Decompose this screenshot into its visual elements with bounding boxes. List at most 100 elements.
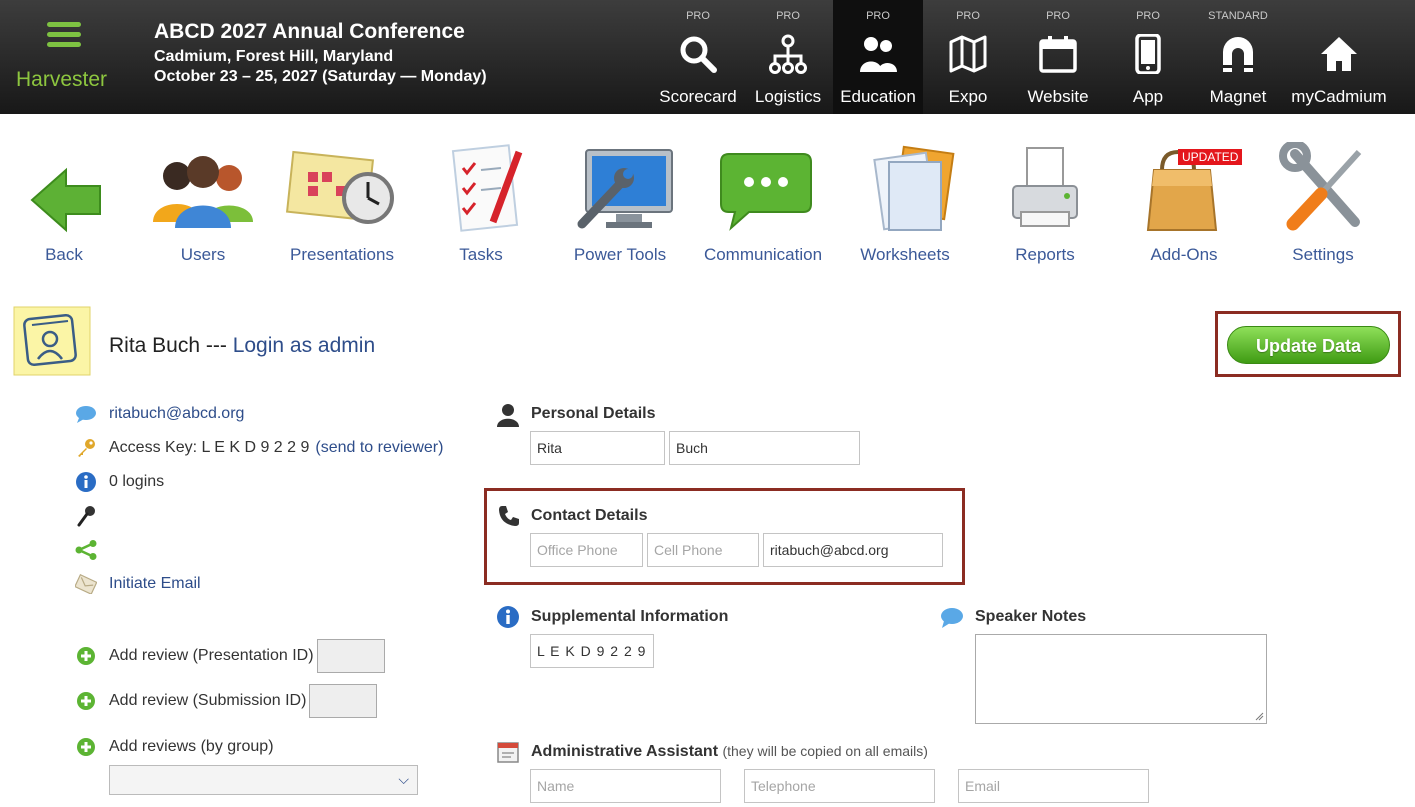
module-tier: PRO [776,10,800,22]
module-expo[interactable]: PRO Expo [923,0,1013,114]
update-data-highlight: Update Data [1215,311,1401,377]
calendar-icon [1039,36,1077,73]
supplemental-info-field[interactable] [530,634,654,668]
people-icon [860,37,897,72]
toolbar-addons[interactable]: UPDATED Add-Ons [1114,142,1254,265]
phone-handset-icon [499,506,519,526]
assistant-telephone-field[interactable] [744,769,935,803]
assistant-name-field[interactable] [530,769,721,803]
speaker-notes-title: Speaker Notes [975,608,1087,625]
toolbar-label: Presentations [290,245,394,264]
add-circle-icon[interactable] [74,690,98,712]
info-icon [74,471,98,493]
back-arrow-icon [30,167,101,233]
add-reviews-group-label: Add reviews (by group) [109,738,274,755]
heading-separator: --- [200,334,233,357]
resize-grip-icon[interactable] [1254,711,1264,721]
contact-email-field[interactable] [763,533,943,567]
event-dates: October 23 – 25, 2027 (Saturday — Monday… [154,68,487,85]
module-nav: PRO Scorecard PRO Logistics PRO Educatio… [653,0,1395,114]
toolbar-tasks[interactable]: Tasks [411,142,551,265]
module-tier: PRO [1046,10,1070,22]
add-reviews-group-row: Add reviews (by group) [74,736,274,758]
toolbar-users[interactable]: Users [133,142,273,265]
update-data-button[interactable]: Update Data [1227,326,1390,364]
submission-id-input[interactable] [309,684,378,718]
supplemental-info-title: Supplemental Information [531,608,729,625]
module-label: Scorecard [659,87,737,106]
toolbar-label: Power Tools [573,245,667,264]
org-chart-icon [769,34,807,74]
toolbar-label: Settings [1292,245,1354,264]
send-to-reviewer-link[interactable]: (send to reviewer) [315,439,443,457]
toolbar-label: Worksheets [860,245,950,264]
email-link[interactable]: ritabuch@abcd.org [109,405,244,423]
logins-count: 0 logins [109,473,165,490]
module-tier: STANDARD [1208,10,1268,22]
first-name-field[interactable] [530,431,665,465]
module-tier: PRO [1136,10,1160,22]
hamburger-menu-icon[interactable] [47,22,81,47]
monitor-wrench-icon [577,149,673,229]
module-app[interactable]: PRO App [1103,0,1193,114]
toolbar-back[interactable]: Back [0,142,134,265]
event-title: ABCD 2027 Annual Conference [154,20,465,43]
toolbar-label: Reports [1015,245,1075,264]
toolbar-power-tools[interactable]: Power Tools [550,142,690,265]
checklist-icon [451,144,523,232]
speech-bubble-icon [74,403,98,425]
toolbar-settings[interactable]: Settings [1253,140,1393,265]
admin-assistant-heading: Administrative Assistant (they will be c… [531,743,928,761]
map-icon [949,35,987,73]
access-key-row: Access Key: L E K D 9 2 2 9 (send to rev… [74,437,443,459]
module-logistics[interactable]: PRO Logistics [743,0,833,114]
toolbar-label: Communication [703,245,823,264]
toolbar-worksheets[interactable]: Worksheets [835,142,975,265]
add-circle-icon[interactable] [74,736,98,758]
module-website[interactable]: PRO Website [1013,0,1103,114]
event-info: ABCD 2027 Annual Conference Cadmium, For… [154,20,487,86]
toolbar-label: Add-Ons [1150,245,1218,264]
share-icon[interactable] [74,539,98,561]
participant-name: Rita Buch [109,334,201,357]
module-tier: PRO [686,10,710,22]
login-as-admin-link[interactable]: Login as admin [233,334,375,357]
share-row [74,539,109,561]
toolbar-communication[interactable]: Communication [693,142,833,265]
home-icon [1321,37,1357,71]
presentation-id-input[interactable] [316,639,385,673]
personal-details-title: Personal Details [531,405,656,422]
main-toolbar: Back Users Presentations Tasks Power Too… [0,140,1415,267]
contact-card-icon [497,742,519,763]
office-phone-field[interactable] [530,533,643,567]
add-review-submission-label: Add review (Submission ID) [109,692,307,709]
contact-details-title: Contact Details [531,507,648,524]
event-location: Cadmium, Forest Hill, Maryland [154,48,394,65]
add-circle-icon[interactable] [74,645,98,667]
speaker-notes-textarea[interactable] [975,634,1267,724]
review-group-select[interactable]: ⌵ [109,765,418,795]
toolbar-presentations[interactable]: Presentations [272,142,412,265]
brand-name[interactable]: Harvester [16,68,107,92]
microphone-icon[interactable] [74,505,98,527]
module-education[interactable]: PRO Education [833,0,923,114]
module-tier: PRO [866,10,890,22]
initiate-email-link[interactable]: Initiate Email [109,575,201,593]
last-name-field[interactable] [669,431,860,465]
envelope-icon [74,573,98,595]
cell-phone-field[interactable] [647,533,759,567]
toolbar-label: Tasks [459,245,503,264]
add-review-presentation-row: Add review (Presentation ID) [74,639,385,673]
top-bar: Harvester ABCD 2027 Annual Conference Ca… [0,0,1415,114]
assistant-email-field[interactable] [958,769,1149,803]
tools-icon [1279,140,1362,231]
search-icon [680,36,717,73]
module-scorecard[interactable]: PRO Scorecard [653,0,743,114]
module-magnet[interactable]: STANDARD Magnet [1193,0,1283,114]
toolbar-label: Users [180,245,226,264]
admin-assistant-title: Administrative Assistant [531,743,719,760]
participant-heading: Rita Buch --- Login as admin [109,334,375,358]
logins-row: 0 logins [74,471,164,493]
toolbar-reports[interactable]: Reports [975,142,1115,265]
module-mycadmium[interactable]: myCadmium [1283,0,1395,114]
